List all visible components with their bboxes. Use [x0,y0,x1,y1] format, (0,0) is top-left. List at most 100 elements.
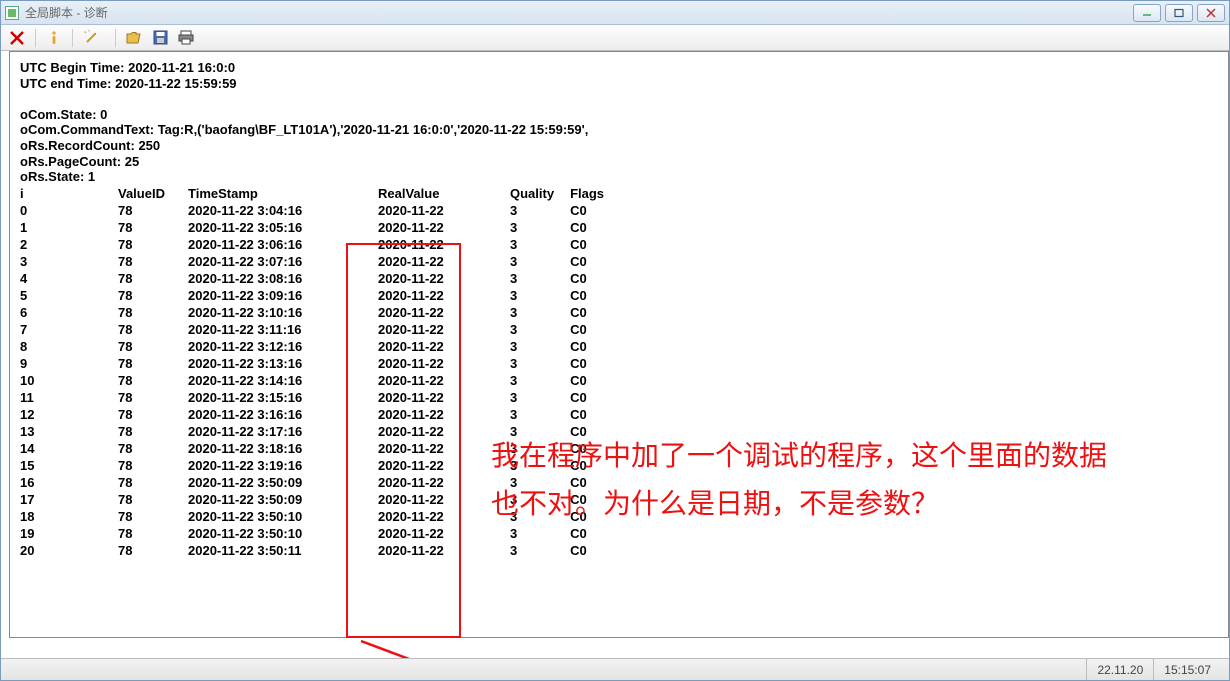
info-button[interactable] [44,28,64,48]
delete-button[interactable] [7,28,27,48]
cell-rv: 2020-11-22 [378,508,510,525]
cell-q: 3 [510,372,570,389]
output-pane[interactable]: UTC Begin Time: 2020-11-21 16:0:0 UTC en… [9,51,1229,638]
print-button[interactable] [176,28,196,48]
cell-q: 3 [510,406,570,423]
cell-vid: 78 [118,270,188,287]
cell-vid: 78 [118,423,188,440]
ocom-state-line: oCom.State: 0 [20,107,107,122]
cell-vid: 78 [118,389,188,406]
table-row: 4782020-11-22 3:08:162020-11-223C0 [20,270,620,287]
cell-i: 5 [20,287,118,304]
cell-rv: 2020-11-22 [378,525,510,542]
cell-q: 3 [510,270,570,287]
cell-rv: 2020-11-22 [378,236,510,253]
table-row: 10782020-11-22 3:14:162020-11-223C0 [20,372,620,389]
cell-rv: 2020-11-22 [378,440,510,457]
cell-q: 3 [510,474,570,491]
titlebar[interactable]: 全局脚本 - 诊断 [1,1,1229,25]
cell-ts: 2020-11-22 3:09:16 [188,287,378,304]
cell-q: 3 [510,253,570,270]
table-row: 11782020-11-22 3:15:162020-11-223C0 [20,389,620,406]
col-quality: Quality [510,185,570,202]
cell-ts: 2020-11-22 3:50:10 [188,525,378,542]
cell-f: C0 [570,440,620,457]
window-buttons [1133,4,1225,22]
cell-q: 3 [510,491,570,508]
save-button[interactable] [150,28,170,48]
table-row: 20782020-11-22 3:50:112020-11-223C0 [20,542,620,559]
cell-ts: 2020-11-22 3:12:16 [188,338,378,355]
table-row: 16782020-11-22 3:50:092020-11-223C0 [20,474,620,491]
table-row: 15782020-11-22 3:19:162020-11-223C0 [20,457,620,474]
cell-f: C0 [570,253,620,270]
cell-rv: 2020-11-22 [378,389,510,406]
cell-ts: 2020-11-22 3:06:16 [188,236,378,253]
table-row: 18782020-11-22 3:50:102020-11-223C0 [20,508,620,525]
open-button[interactable] [124,28,144,48]
col-valueid: ValueID [118,185,188,202]
cell-rv: 2020-11-22 [378,304,510,321]
utc-end-line: UTC end Time: 2020-11-22 15:59:59 [20,76,237,91]
header-block: UTC Begin Time: 2020-11-21 16:0:0 UTC en… [20,60,1218,185]
cell-i: 2 [20,236,118,253]
table-row: 0782020-11-22 3:04:162020-11-223C0 [20,202,620,219]
window-title: 全局脚本 - 诊断 [25,4,108,21]
cell-f: C0 [570,236,620,253]
table-row: 19782020-11-22 3:50:102020-11-223C0 [20,525,620,542]
cell-q: 3 [510,338,570,355]
cell-i: 12 [20,406,118,423]
data-table: i ValueID TimeStamp RealValue Quality Fl… [20,185,620,559]
cell-vid: 78 [118,372,188,389]
cell-ts: 2020-11-22 3:07:16 [188,253,378,270]
utc-begin-line: UTC Begin Time: 2020-11-21 16:0:0 [20,60,235,75]
cell-rv: 2020-11-22 [378,423,510,440]
cell-ts: 2020-11-22 3:19:16 [188,457,378,474]
cell-rv: 2020-11-22 [378,542,510,559]
cell-q: 3 [510,355,570,372]
app-icon [5,6,19,20]
cell-vid: 78 [118,457,188,474]
cell-f: C0 [570,202,620,219]
cell-ts: 2020-11-22 3:16:16 [188,406,378,423]
cell-f: C0 [570,338,620,355]
ors-state-line: oRs.State: 1 [20,169,95,184]
cell-vid: 78 [118,542,188,559]
col-i: i [20,185,118,202]
cell-ts: 2020-11-22 3:04:16 [188,202,378,219]
cell-f: C0 [570,406,620,423]
table-row: 17782020-11-22 3:50:092020-11-223C0 [20,491,620,508]
cell-q: 3 [510,287,570,304]
cell-q: 3 [510,440,570,457]
cell-q: 3 [510,389,570,406]
maximize-button[interactable] [1165,4,1193,22]
cell-vid: 78 [118,491,188,508]
close-button[interactable] [1197,4,1225,22]
cell-i: 9 [20,355,118,372]
status-time: 15:15:07 [1153,659,1221,680]
cell-rv: 2020-11-22 [378,372,510,389]
cell-vid: 78 [118,508,188,525]
cell-vid: 78 [118,219,188,236]
cell-ts: 2020-11-22 3:50:11 [188,542,378,559]
cell-i: 0 [20,202,118,219]
cell-vid: 78 [118,474,188,491]
cell-f: C0 [570,389,620,406]
table-row: 12782020-11-22 3:16:162020-11-223C0 [20,406,620,423]
minimize-button[interactable] [1133,4,1161,22]
table-header-row: i ValueID TimeStamp RealValue Quality Fl… [20,185,620,202]
cell-i: 7 [20,321,118,338]
cell-vid: 78 [118,253,188,270]
cell-f: C0 [570,304,620,321]
cell-i: 8 [20,338,118,355]
cell-vid: 78 [118,355,188,372]
cell-vid: 78 [118,236,188,253]
cell-ts: 2020-11-22 3:05:16 [188,219,378,236]
cell-rv: 2020-11-22 [378,253,510,270]
toolbar [1,25,1229,51]
cell-rv: 2020-11-22 [378,457,510,474]
wand-button[interactable] [81,28,101,48]
cell-vid: 78 [118,525,188,542]
cell-rv: 2020-11-22 [378,270,510,287]
cell-vid: 78 [118,440,188,457]
